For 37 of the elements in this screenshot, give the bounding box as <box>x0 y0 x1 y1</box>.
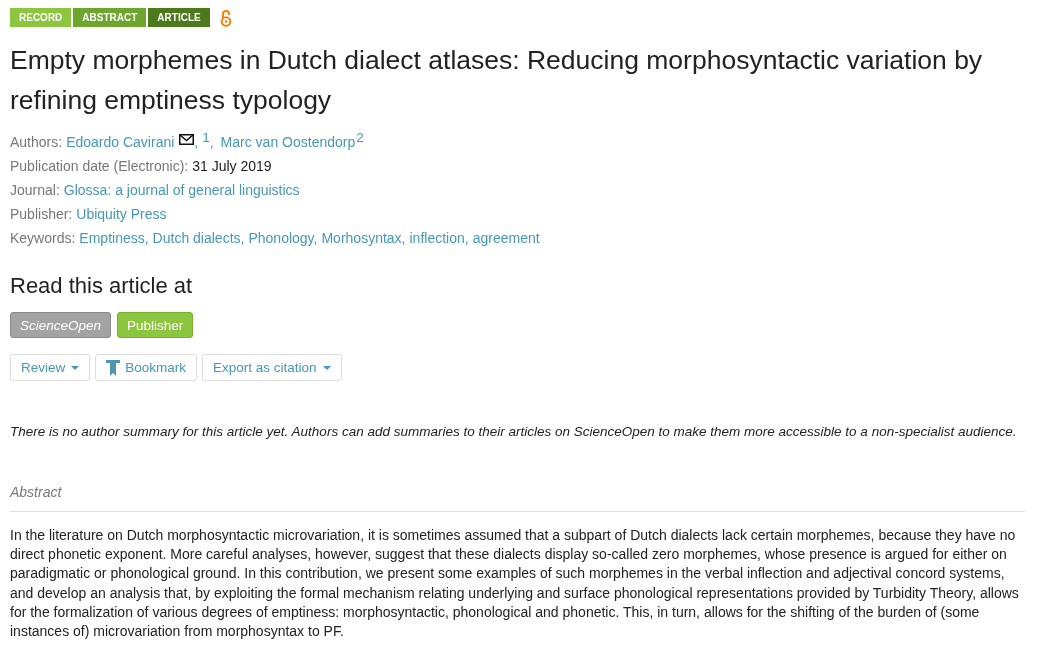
source-button[interactable]: Publisher <box>117 312 194 338</box>
affiliation-link[interactable]: 2 <box>356 130 364 145</box>
author-link[interactable]: Marc van Oostendorp <box>220 134 356 150</box>
field-label: Keywords: <box>10 230 76 246</box>
author-summary-note: There is no author summary for this article yet. Authors can add summaries to their articles on ScienceOpen to make them more accessible to a non-specialist audience. <box>10 423 1018 441</box>
caret-icon <box>322 365 331 370</box>
field-link[interactable]: Glossa: a journal of general linguistics <box>63 182 300 198</box>
keyword-link[interactable]: inflection, <box>409 230 469 246</box>
field-label: Journal: <box>10 182 60 198</box>
bookmark-button[interactable]: Bookmark <box>95 354 198 381</box>
comma-separator: , <box>209 134 214 150</box>
keyword-link[interactable]: Morhosyntax, <box>321 230 406 246</box>
field-label: Authors: <box>10 134 63 150</box>
author-link[interactable]: Edoardo Cavirani <box>66 134 175 150</box>
comma-separator: , <box>194 134 199 150</box>
section-heading: Read this article at <box>10 272 194 300</box>
field-value: 31 July 2019 <box>192 158 272 174</box>
dropdown-button[interactable]: Review <box>10 354 91 381</box>
type-tag: RECORD <box>10 8 72 27</box>
open-lock-icon <box>219 8 232 27</box>
article-title: Empty morphemes in Dutch dialect atlases: Reducing morphosyntactic variation by refining emptiness typology <box>10 44 984 117</box>
abstract-text: In the literature on Dutch morphosyntactic microvariation, it is sometimes assumed that a subpart of Dutch dialects lack certain morphemes, because they have no direct phonetic exponent. More careful analyses, however, suggest that these dialects display so-called zero morphemes, whose presence is argued for either on paradigmatic or phonological ground. In this contribution, we present some examples of such morphemes in the verbal inflection and adjectival concord systems, and develop an analysis that, by exploiting the formal mechanism relating underlying and surface phonological representations provided by Turbidity Theory, allows for the formalization of various degrees of emptiness: morphosyntactic, phonological and phonetic. This, in turn, allows for the shifting of the burden of (some instances of) microvariation from morphosyntax to PF. <box>10 526 1020 641</box>
type-tag: ARTICLE <box>148 8 210 27</box>
affiliation-link[interactable]: 1 <box>202 130 210 145</box>
bookmark-pin-icon <box>106 359 121 376</box>
keyword-link[interactable]: Emptiness, <box>79 230 149 246</box>
field-label: Publication date (Electronic): <box>10 158 189 174</box>
abstract-heading: Abstract <box>10 482 1025 512</box>
keyword-link[interactable]: Dutch dialects, <box>152 230 245 246</box>
keyword-link[interactable]: agreement <box>472 230 540 246</box>
type-tag: ABSTRACT <box>73 8 147 27</box>
envelope-icon[interactable] <box>179 134 195 145</box>
dropdown-button[interactable]: Export as citation <box>202 354 342 381</box>
caret-icon <box>71 365 80 370</box>
keyword-link[interactable]: Phonology, <box>248 230 318 246</box>
field-label: Publisher: <box>10 206 73 222</box>
field-link[interactable]: Ubiquity Press <box>76 206 167 222</box>
